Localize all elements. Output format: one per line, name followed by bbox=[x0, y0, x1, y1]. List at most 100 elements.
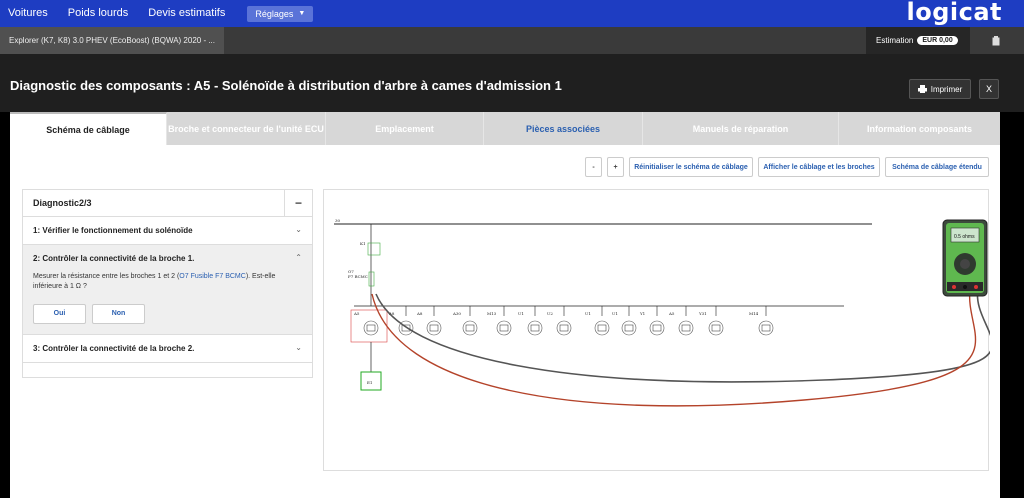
tab-pieces-associees[interactable]: Pièces associées bbox=[484, 112, 643, 145]
wiring-diagram-svg: 30 K1 O7 F7 BCMC A5 A8 A8 A30 M13 U1 U2 U1 U1 Y1 A… bbox=[334, 218, 990, 407]
print-label: Imprimer bbox=[930, 84, 963, 94]
fuse-link[interactable]: O7 Fusible F7 BCMC bbox=[179, 273, 246, 280]
component-a30-3[interactable]: A30 bbox=[452, 306, 478, 336]
component-coil bbox=[499, 324, 509, 332]
relay-k1[interactable] bbox=[367, 242, 381, 256]
vehicle-tab[interactable]: Explorer (K7, K8) 3.0 PHEV (EcoBoost) (B… bbox=[0, 27, 224, 54]
component-a5-10[interactable]: A5 bbox=[668, 306, 694, 336]
chevron-down-icon: ⌄ bbox=[295, 225, 302, 234]
ground-label: E1 bbox=[367, 380, 372, 385]
component-symbol bbox=[496, 320, 512, 336]
component-label: A8 bbox=[416, 311, 423, 316]
yes-button[interactable]: Oui bbox=[33, 304, 86, 324]
relay-label: K1 bbox=[360, 241, 366, 246]
component-coil bbox=[711, 324, 721, 332]
nav-poids-lourds[interactable]: Poids lourds bbox=[58, 0, 139, 27]
answer-buttons: Oui Non bbox=[33, 304, 302, 324]
component-symbol bbox=[462, 320, 478, 336]
component-symbol bbox=[556, 320, 572, 336]
component-symbol bbox=[621, 320, 637, 336]
component-m14-12[interactable]: M14 bbox=[749, 306, 774, 336]
vehicle-bar: Explorer (K7, K8) 3.0 PHEV (EcoBoost) (B… bbox=[0, 27, 1024, 54]
estimation-currency: EUR 0,00 bbox=[917, 36, 958, 45]
instruction-text: Mesurer la résistance entre les broches … bbox=[33, 273, 180, 280]
red-jack-2 bbox=[974, 285, 978, 289]
component-u1-8[interactable]: U1 bbox=[612, 306, 637, 336]
chevron-down-icon: ⌄ bbox=[295, 343, 302, 352]
diagnostic-step-2: 2: Contrôler la connectivité de la broch… bbox=[23, 245, 312, 335]
reset-diagram-button[interactable]: Réinitialiser le schéma de câblage bbox=[629, 157, 753, 177]
show-wiring-button[interactable]: Afficher le câblage et les broches bbox=[758, 157, 880, 177]
close-button[interactable]: X bbox=[979, 79, 999, 99]
fuse-o7[interactable] bbox=[368, 271, 375, 287]
nav-voitures[interactable]: Voitures bbox=[0, 0, 58, 27]
collapse-button[interactable]: − bbox=[284, 190, 312, 216]
diagnostic-title: Diagnostic2/3 bbox=[33, 198, 92, 208]
component-symbol bbox=[708, 320, 724, 336]
print-button[interactable]: Imprimer bbox=[909, 79, 971, 99]
multimeter[interactable]: 0.5 ohms bbox=[942, 219, 988, 297]
page-title: Diagnostic des composants : A5 - Solénoï… bbox=[10, 78, 562, 93]
step-title[interactable]: 2: Contrôler la connectivité de la broch… bbox=[23, 245, 312, 272]
multimeter-reading: 0.5 ohms bbox=[954, 234, 975, 240]
component-a5-0[interactable]: A5 bbox=[353, 311, 379, 336]
component-coil bbox=[465, 324, 475, 332]
logo: logicat bbox=[906, 0, 1002, 26]
red-probe-lead bbox=[371, 289, 977, 407]
tab-schema-cablage[interactable]: Schéma de câblage bbox=[10, 112, 167, 145]
top-navigation: Voitures Poids lourds Devis estimatifs R… bbox=[0, 0, 1024, 27]
component-u2-6[interactable]: U2 bbox=[547, 306, 572, 336]
component-symbol bbox=[649, 320, 665, 336]
red-jack bbox=[952, 285, 956, 289]
zoom-in-button[interactable]: + bbox=[607, 157, 624, 177]
component-m13-4[interactable]: M13 bbox=[487, 306, 512, 336]
component-coil bbox=[597, 324, 607, 332]
component-coil bbox=[530, 324, 540, 332]
estimation-label: Estimation bbox=[876, 36, 914, 45]
diagnostic-step-1[interactable]: 1: Vérifier le fonctionnement du solénoï… bbox=[23, 217, 312, 245]
step-instructions: Mesurer la résistance entre les broches … bbox=[23, 272, 312, 334]
component-u1-5[interactable]: U1 bbox=[518, 306, 543, 336]
wiring-diagram[interactable]: 30 K1 O7 F7 BCMC A5 A8 A8 A30 M13 U1 U2 U1 U1 Y1 A… bbox=[323, 189, 990, 471]
diagnostic-header: Diagnostic2/3 − bbox=[23, 190, 312, 217]
component-coil bbox=[652, 324, 662, 332]
components-group: A5 A8 A8 A30 M13 U1 U2 U1 U1 Y1 A5 Y31 M14 bbox=[353, 306, 774, 336]
component-coil bbox=[429, 324, 439, 332]
component-label: Y1 bbox=[639, 311, 645, 316]
component-coil bbox=[366, 324, 376, 332]
component-coil bbox=[681, 324, 691, 332]
zoom-out-button[interactable]: - bbox=[585, 157, 602, 177]
caret-down-icon: ▼ bbox=[298, 9, 306, 17]
settings-dropdown[interactable]: Réglages ▼ bbox=[247, 5, 314, 22]
no-button[interactable]: Non bbox=[92, 304, 145, 324]
component-u1-7[interactable]: U1 bbox=[585, 306, 610, 336]
diagnostic-step-3[interactable]: 3: Contrôler la connectivité de la broch… bbox=[23, 335, 312, 363]
component-y31-11[interactable]: Y31 bbox=[698, 306, 724, 336]
tab-information-composants: Information composants bbox=[866, 123, 972, 134]
tab-manuels-reparation: Manuels de réparation bbox=[643, 112, 839, 145]
component-a8-2[interactable]: A8 bbox=[416, 306, 442, 336]
component-symbol bbox=[758, 320, 774, 336]
clipboard-icon[interactable] bbox=[984, 27, 1008, 54]
multimeter-knob bbox=[960, 259, 970, 269]
step-title: 1: Vérifier le fonctionnement du solénoï… bbox=[33, 226, 193, 235]
tab-emplacement: Emplacement bbox=[326, 112, 484, 145]
component-symbol bbox=[363, 320, 379, 336]
component-label: A5 bbox=[668, 311, 675, 316]
extended-diagram-button[interactable]: Schéma de câblage étendu bbox=[885, 157, 989, 177]
estimation-widget[interactable]: Estimation EUR 0,00 bbox=[866, 27, 970, 54]
component-label: U2 bbox=[547, 311, 553, 316]
currency-code: EUR bbox=[922, 37, 938, 44]
component-coil bbox=[624, 324, 634, 332]
component-y1-9[interactable]: Y1 bbox=[639, 306, 665, 336]
nav-devis-estimatifs[interactable]: Devis estimatifs bbox=[138, 0, 235, 27]
tab-bar: Schéma de câblage Broche et connecteur d… bbox=[10, 112, 1000, 145]
component-a8-1[interactable]: A8 bbox=[388, 306, 414, 336]
component-label: Y31 bbox=[698, 311, 707, 316]
black-jack bbox=[963, 285, 967, 289]
component-label: A30 bbox=[452, 311, 461, 316]
component-symbol bbox=[426, 320, 442, 336]
component-label: M13 bbox=[487, 311, 497, 316]
component-coil bbox=[761, 324, 771, 332]
bus-label: 30 bbox=[335, 218, 341, 223]
